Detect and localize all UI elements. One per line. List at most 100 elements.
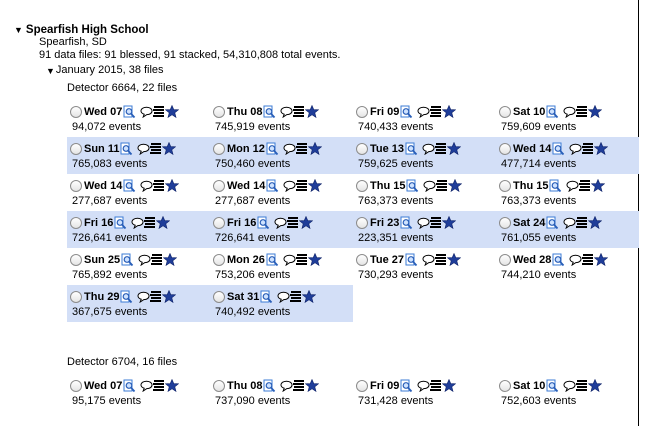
star-icon[interactable] (165, 379, 180, 392)
stack-lines-icon[interactable] (582, 253, 594, 266)
star-icon[interactable] (299, 216, 314, 229)
file-select-radio[interactable] (499, 179, 511, 192)
star-icon[interactable] (442, 379, 457, 392)
stack-lines-icon[interactable] (287, 216, 299, 229)
comment-bubble-icon[interactable] (280, 380, 293, 392)
stack-lines-icon[interactable] (153, 179, 165, 192)
file-select-radio[interactable] (213, 142, 225, 155)
magnifier-doc-icon[interactable] (121, 253, 134, 267)
stack-lines-icon[interactable] (430, 379, 442, 392)
stack-lines-icon[interactable] (295, 142, 308, 155)
stack-lines-icon[interactable] (150, 142, 162, 155)
comment-bubble-icon[interactable] (137, 291, 150, 303)
magnifier-doc-icon[interactable] (546, 216, 559, 230)
star-icon[interactable] (307, 253, 322, 266)
magnifier-doc-icon[interactable] (405, 142, 418, 156)
star-icon[interactable] (302, 290, 317, 303)
star-icon[interactable] (308, 179, 323, 192)
comment-bubble-icon[interactable] (140, 380, 153, 392)
star-icon[interactable] (588, 379, 603, 392)
comment-bubble-icon[interactable] (563, 217, 576, 229)
magnifier-doc-icon[interactable] (120, 290, 133, 304)
star-icon[interactable] (156, 216, 171, 229)
magnifier-doc-icon[interactable] (549, 179, 562, 193)
comment-bubble-icon[interactable] (563, 380, 576, 392)
file-select-radio[interactable] (213, 179, 225, 192)
magnifier-doc-icon[interactable] (400, 105, 413, 119)
magnifier-doc-icon[interactable] (406, 179, 419, 193)
comment-bubble-icon[interactable] (563, 106, 576, 118)
magnifier-doc-icon[interactable] (123, 179, 136, 193)
comment-bubble-icon[interactable] (274, 217, 287, 229)
file-select-radio[interactable] (356, 379, 368, 392)
month-header[interactable]: ▼ January 2015, 38 files (46, 64, 164, 77)
comment-bubble-icon[interactable] (131, 217, 144, 229)
star-icon[interactable] (165, 105, 180, 118)
file-select-radio[interactable] (499, 105, 511, 118)
magnifier-doc-icon[interactable] (123, 105, 136, 119)
stack-lines-icon[interactable] (576, 379, 588, 392)
magnifier-doc-icon[interactable] (266, 179, 279, 193)
magnifier-doc-icon[interactable] (546, 105, 559, 119)
star-icon[interactable] (448, 179, 463, 192)
star-icon[interactable] (442, 105, 457, 118)
comment-bubble-icon[interactable] (417, 380, 430, 392)
file-select-radio[interactable] (499, 379, 511, 392)
comment-bubble-icon[interactable] (283, 254, 296, 266)
stack-lines-icon[interactable] (582, 142, 594, 155)
comment-bubble-icon[interactable] (138, 254, 151, 266)
file-select-radio[interactable] (70, 379, 82, 392)
file-select-radio[interactable] (213, 290, 225, 303)
stack-lines-icon[interactable] (576, 216, 588, 229)
magnifier-doc-icon[interactable] (114, 216, 127, 230)
stack-lines-icon[interactable] (295, 253, 308, 266)
file-select-radio[interactable] (356, 105, 368, 118)
star-icon[interactable] (442, 216, 457, 229)
file-select-radio[interactable] (70, 253, 82, 266)
star-icon[interactable] (162, 142, 177, 155)
star-icon[interactable] (307, 142, 322, 155)
comment-bubble-icon[interactable] (423, 180, 436, 192)
star-icon[interactable] (163, 253, 178, 266)
file-select-radio[interactable] (70, 105, 82, 118)
magnifier-doc-icon[interactable] (400, 216, 413, 230)
star-icon[interactable] (591, 179, 606, 192)
star-icon[interactable] (305, 105, 320, 118)
magnifier-doc-icon[interactable] (552, 142, 565, 156)
stack-lines-icon[interactable] (290, 290, 302, 303)
file-select-radio[interactable] (499, 253, 511, 266)
star-icon[interactable] (594, 142, 609, 155)
magnifier-doc-icon[interactable] (263, 105, 276, 119)
stack-lines-icon[interactable] (435, 142, 447, 155)
star-icon[interactable] (305, 379, 320, 392)
stack-lines-icon[interactable] (293, 105, 305, 118)
star-icon[interactable] (447, 253, 462, 266)
file-select-radio[interactable] (499, 142, 511, 155)
star-icon[interactable] (588, 105, 603, 118)
stack-lines-icon[interactable] (293, 379, 305, 392)
comment-bubble-icon[interactable] (417, 106, 430, 118)
file-select-radio[interactable] (70, 179, 82, 192)
comment-bubble-icon[interactable] (137, 143, 150, 155)
expand-triangle-icon[interactable]: ▼ (14, 24, 23, 36)
file-select-radio[interactable] (356, 253, 368, 266)
comment-bubble-icon[interactable] (283, 143, 296, 155)
stack-lines-icon[interactable] (430, 105, 442, 118)
stack-lines-icon[interactable] (151, 253, 163, 266)
star-icon[interactable] (588, 216, 603, 229)
stack-lines-icon[interactable] (153, 379, 165, 392)
magnifier-doc-icon[interactable] (263, 379, 276, 393)
school-header[interactable]: ▼ Spearfish High School (14, 23, 149, 37)
file-select-radio[interactable] (356, 179, 368, 192)
file-select-radio[interactable] (213, 253, 225, 266)
expand-triangle-icon[interactable]: ▼ (46, 65, 55, 77)
file-select-radio[interactable] (356, 216, 368, 229)
magnifier-doc-icon[interactable] (405, 253, 418, 267)
magnifier-doc-icon[interactable] (552, 253, 565, 267)
comment-bubble-icon[interactable] (422, 143, 435, 155)
comment-bubble-icon[interactable] (280, 106, 293, 118)
comment-bubble-icon[interactable] (277, 291, 290, 303)
file-select-radio[interactable] (70, 142, 82, 155)
comment-bubble-icon[interactable] (569, 143, 582, 155)
comment-bubble-icon[interactable] (566, 180, 579, 192)
